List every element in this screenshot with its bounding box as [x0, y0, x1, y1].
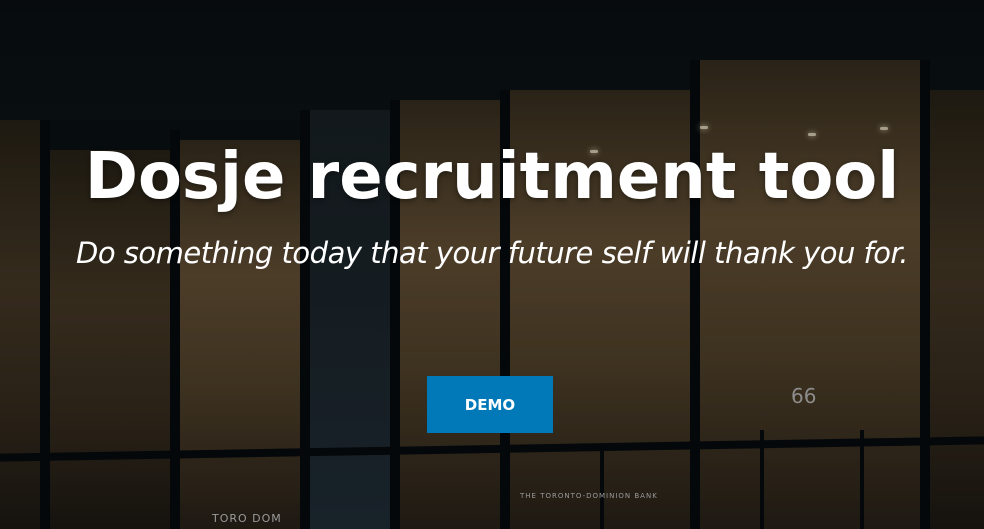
demo-button[interactable]: DEMO: [427, 376, 553, 433]
sign-left: TORO DOM: [212, 512, 282, 525]
page-title: Dosje recruitment tool: [84, 140, 900, 214]
page-subtitle: Do something today that your future self…: [76, 236, 908, 270]
building-number: 66: [791, 384, 817, 408]
sign-center: THE TORONTO-DOMINION BANK: [520, 492, 658, 500]
